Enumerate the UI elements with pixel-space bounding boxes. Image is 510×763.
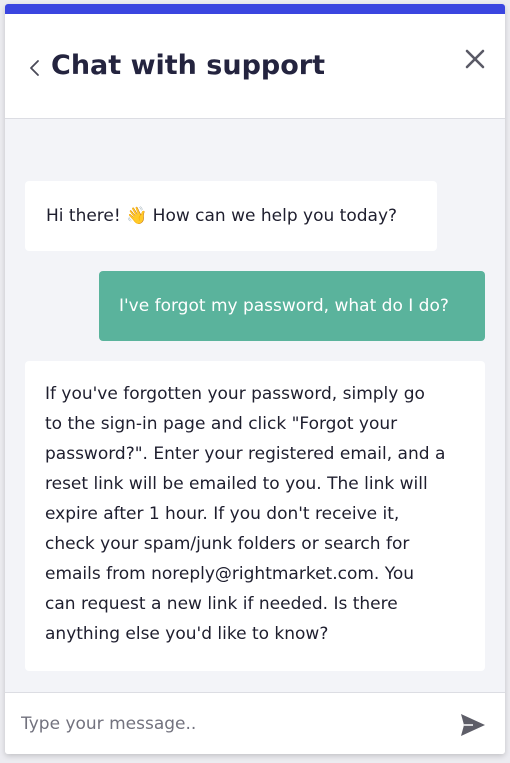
message-list[interactable]: Hi there! 👋 How can we help you today? I… [5,119,505,693]
chevron-left-icon [30,60,39,76]
back-button[interactable] [27,56,43,80]
agent-message: Hi there! 👋 How can we help you today? [25,181,437,251]
chat-header: Chat with support [5,14,505,119]
user-message: I've forgot my password, what do I do? [99,271,485,341]
close-button[interactable] [463,47,487,71]
send-button[interactable] [459,712,487,738]
chat-widget: Chat with support Hi there! 👋 How can we… [5,4,505,754]
composer [5,692,505,754]
send-icon [461,714,485,736]
page-title: Chat with support [51,50,326,81]
close-icon [465,49,485,69]
accent-bar [5,4,505,14]
agent-message: If you've forgotten your password, simpl… [25,361,485,671]
message-input[interactable] [21,707,441,741]
